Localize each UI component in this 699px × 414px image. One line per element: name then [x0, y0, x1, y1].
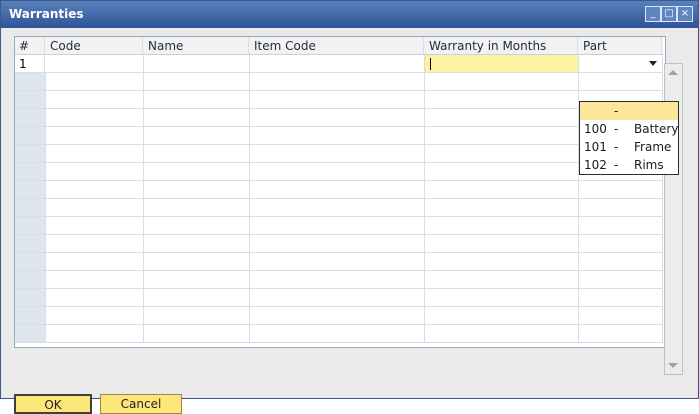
table-row	[15, 235, 663, 253]
window-body: # Code Name Item Code Warranty in Months…	[2, 28, 697, 414]
cell-code[interactable]	[46, 55, 144, 72]
table-row	[15, 307, 663, 325]
col-header-warranty-months[interactable]: Warranty in Months	[425, 37, 578, 54]
col-header-code[interactable]: Code	[46, 37, 143, 54]
scroll-down-icon[interactable]	[668, 363, 678, 368]
table-row	[15, 289, 663, 307]
table-row	[15, 145, 663, 163]
table-row	[15, 163, 663, 181]
cell-part-dropdown[interactable]	[579, 55, 663, 72]
warranties-grid: # Code Name Item Code Warranty in Months…	[14, 36, 666, 348]
cell-name[interactable]	[144, 55, 250, 72]
scroll-up-icon[interactable]	[668, 70, 678, 75]
table-row: 1	[15, 55, 663, 73]
col-header-number[interactable]: #	[15, 37, 45, 54]
table-row	[15, 181, 663, 199]
col-header-item-code[interactable]: Item Code	[250, 37, 424, 54]
row-number: 1	[15, 55, 45, 72]
table-row	[15, 127, 663, 145]
table-row	[15, 325, 663, 343]
col-header-part[interactable]: Part	[579, 37, 662, 54]
close-icon[interactable]: ×	[677, 6, 693, 22]
maximize-icon[interactable]: □	[661, 6, 677, 22]
cell-item-code[interactable]	[250, 55, 425, 72]
table-row	[15, 271, 663, 289]
cancel-button[interactable]: Cancel	[100, 394, 182, 414]
dropdown-option-frame[interactable]: 101 - Frame	[580, 138, 678, 156]
table-row	[15, 91, 663, 109]
table-row	[15, 199, 663, 217]
table-header: # Code Name Item Code Warranty in Months…	[15, 37, 663, 55]
col-header-name[interactable]: Name	[144, 37, 249, 54]
table-row	[15, 109, 663, 127]
text-cursor	[430, 58, 431, 70]
minimize-icon[interactable]: _	[645, 6, 661, 22]
part-dropdown-list: - 100 - Battery 101 - Frame 102 - Rims	[579, 101, 679, 175]
titlebar: Warranties _ □ ×	[1, 1, 698, 28]
dropdown-option-rims[interactable]: 102 - Rims	[580, 156, 678, 174]
table-row	[15, 73, 663, 91]
window-title: Warranties	[9, 7, 84, 21]
table-row	[15, 253, 663, 271]
ok-button[interactable]: OK	[14, 394, 92, 414]
chevron-down-icon[interactable]	[649, 61, 657, 66]
cell-warranty-months-active[interactable]	[425, 55, 579, 72]
table-row	[15, 217, 663, 235]
dropdown-option-battery[interactable]: 100 - Battery	[580, 120, 678, 138]
dropdown-option-empty[interactable]: -	[580, 102, 678, 120]
warranties-window: Warranties _ □ × # Code Name Item Code W…	[0, 0, 699, 414]
